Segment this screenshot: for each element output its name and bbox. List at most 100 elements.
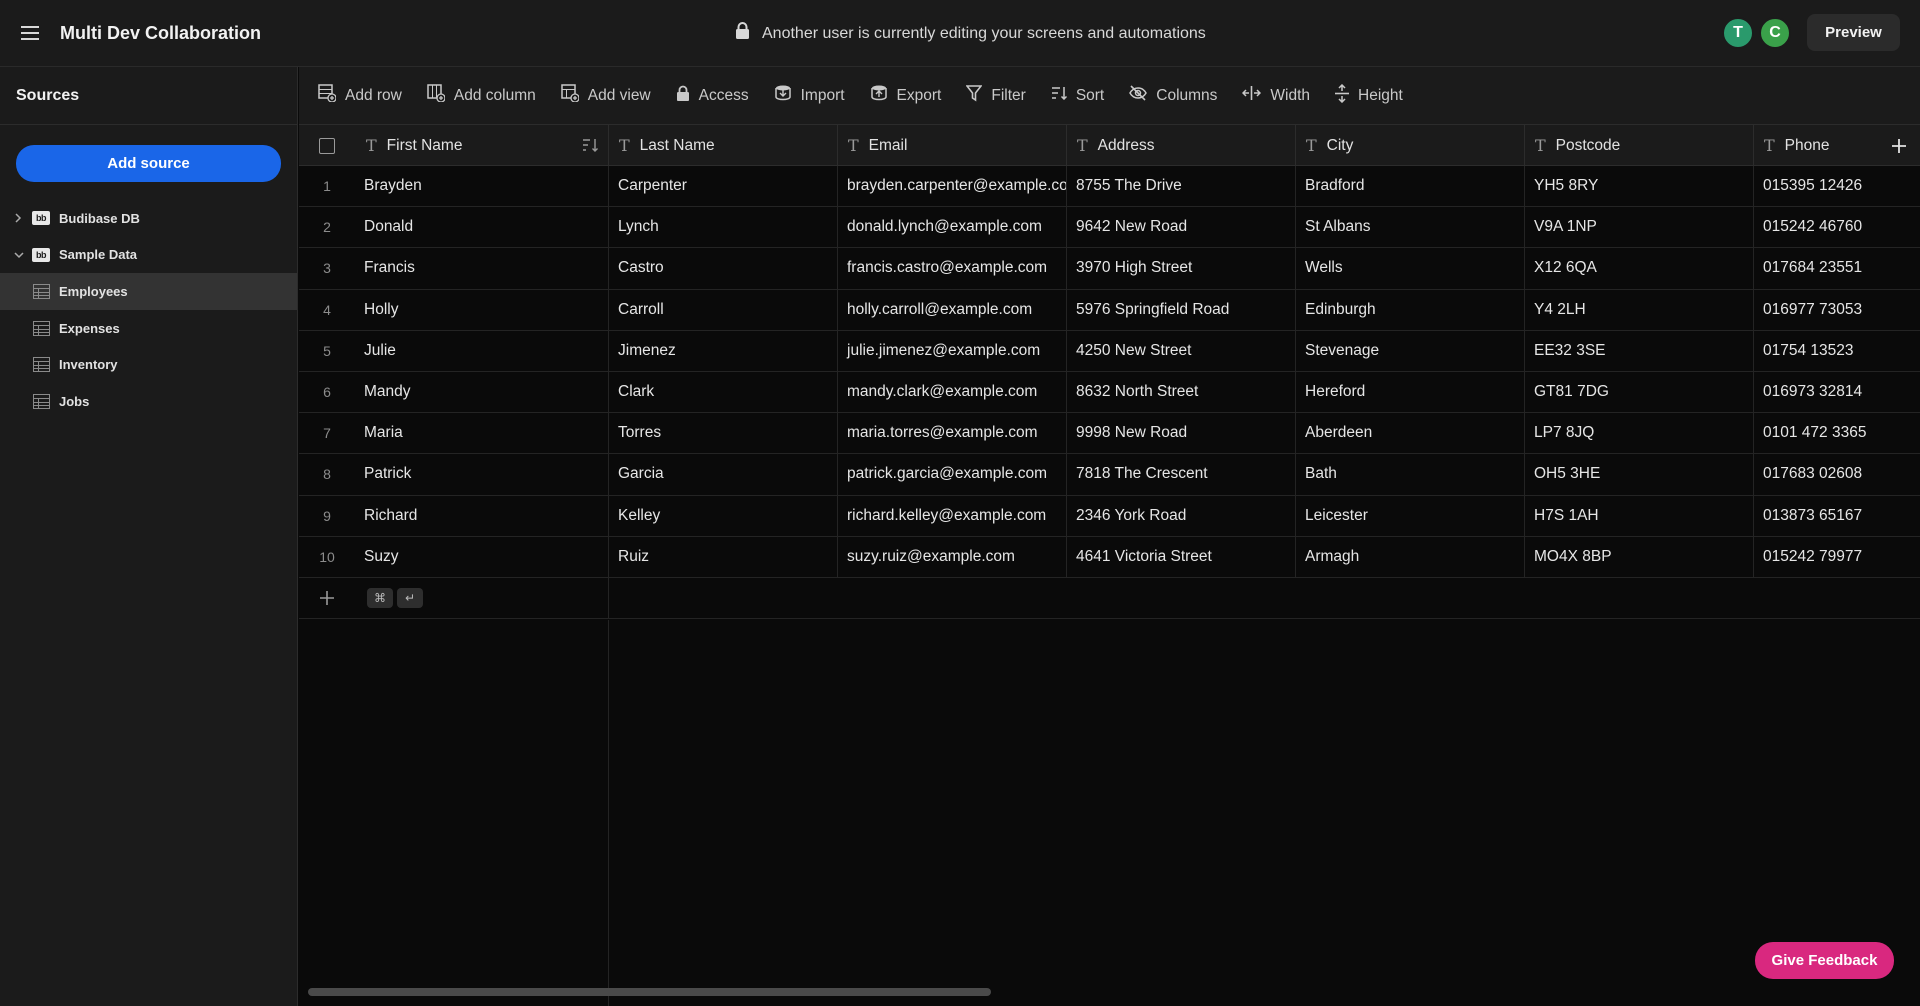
cell-postcode[interactable]: OH5 3HE [1525, 454, 1754, 495]
table-item-inventory[interactable]: Inventory [0, 346, 297, 383]
cell-first-name[interactable]: Richard [355, 495, 609, 536]
cell-address[interactable]: 8632 North Street [1067, 371, 1296, 413]
add-view-button[interactable]: Add view [560, 84, 651, 107]
import-button[interactable]: Import [774, 84, 845, 107]
cell-phone[interactable]: 017684 23551 [1754, 248, 1920, 288]
select-all-checkbox[interactable] [319, 137, 335, 154]
cell-email[interactable]: patrick.garcia@example.com [838, 454, 1067, 495]
cell-last-name[interactable]: Garcia [609, 454, 838, 495]
cell-last-name[interactable]: Kelley [609, 495, 838, 536]
cell-address[interactable]: 7818 The Crescent [1067, 454, 1296, 495]
cell-postcode[interactable]: H7S 1AH [1525, 495, 1754, 536]
cell-postcode[interactable]: EE32 3SE [1525, 330, 1754, 371]
column-header-city[interactable]: T City [1296, 125, 1525, 166]
cell-city[interactable]: Bradford [1296, 166, 1525, 207]
cell-city[interactable]: St Albans [1296, 207, 1525, 248]
row-number[interactable]: 10 [299, 537, 355, 577]
cell-phone[interactable]: 01754 13523 [1754, 331, 1920, 371]
hamburger-menu-icon[interactable] [0, 0, 60, 67]
cell-first-name[interactable]: Maria [355, 413, 609, 454]
avatar[interactable]: C [1759, 17, 1791, 49]
cell-last-name[interactable]: Lynch [609, 207, 838, 248]
table-item-jobs[interactable]: Jobs [0, 383, 297, 420]
horizontal-scrollbar[interactable] [308, 988, 991, 996]
add-column-plus-icon[interactable] [1892, 125, 1906, 166]
cell-phone[interactable]: 016973 32814 [1754, 372, 1920, 412]
column-header-first-name[interactable]: T First Name [355, 125, 609, 166]
cell-last-name[interactable]: Torres [609, 413, 838, 454]
cell-email[interactable]: maria.torres@example.com [838, 413, 1067, 454]
cell-postcode[interactable]: YH5 8RY [1525, 166, 1754, 207]
cell-last-name[interactable]: Carpenter [609, 166, 838, 207]
avatar[interactable]: T [1722, 17, 1754, 49]
cell-city[interactable]: Bath [1296, 454, 1525, 495]
chevron-down-icon[interactable] [14, 251, 28, 259]
cell-city[interactable]: Hereford [1296, 371, 1525, 413]
cell-address[interactable]: 4641 Victoria Street [1067, 536, 1296, 577]
cell-first-name[interactable]: Julie [355, 330, 609, 371]
table-item-employees[interactable]: Employees [0, 273, 297, 310]
table-row[interactable]: 10 Suzy Ruiz suzy.ruiz@example.com 4641 Vict… [299, 536, 1920, 578]
add-row-button[interactable]: Add row [318, 84, 402, 107]
cell-first-name[interactable]: Donald [355, 207, 609, 248]
add-row-plus-icon[interactable] [299, 578, 355, 618]
cell-last-name[interactable]: Ruiz [609, 536, 838, 577]
source-item-sample-data[interactable]: bb Sample Data [0, 237, 297, 274]
source-item-budibase-db[interactable]: bb Budibase DB [0, 200, 297, 237]
cell-last-name[interactable]: Jimenez [609, 330, 838, 371]
cell-address[interactable]: 2346 York Road [1067, 495, 1296, 536]
chevron-right-icon[interactable] [14, 213, 28, 223]
row-number[interactable]: 2 [299, 207, 355, 247]
give-feedback-button[interactable]: Give Feedback [1755, 942, 1894, 979]
sort-ascending-icon[interactable] [582, 138, 598, 152]
cell-first-name[interactable]: Mandy [355, 371, 609, 413]
cell-address[interactable]: 4250 New Street [1067, 330, 1296, 371]
table-row[interactable]: 6 Mandy Clark mandy.clark@example.com 8632 N… [299, 371, 1920, 414]
cell-city[interactable]: Leicester [1296, 495, 1525, 536]
new-row[interactable]: ⌘ ↵ [299, 577, 1920, 619]
cell-last-name[interactable]: Clark [609, 371, 838, 413]
column-header-postcode[interactable]: T Postcode [1525, 125, 1754, 166]
row-number[interactable]: 9 [299, 496, 355, 536]
table-row[interactable]: 2 Donald Lynch donald.lynch@example.com 9642… [299, 207, 1920, 249]
width-button[interactable]: Width [1242, 86, 1310, 105]
cell-email[interactable]: holly.carroll@example.com [838, 289, 1067, 330]
cell-first-name[interactable]: Suzy [355, 536, 609, 577]
row-number[interactable]: 5 [299, 331, 355, 371]
cell-postcode[interactable]: X12 6QA [1525, 248, 1754, 289]
table-row[interactable]: 7 Maria Torres maria.torres@example.com 9998… [299, 413, 1920, 455]
cell-email[interactable]: francis.castro@example.com [838, 248, 1067, 289]
cell-address[interactable]: 9998 New Road [1067, 413, 1296, 454]
cell-email[interactable]: richard.kelley@example.com [838, 495, 1067, 536]
row-number[interactable]: 7 [299, 413, 355, 453]
cell-postcode[interactable]: Y4 2LH [1525, 289, 1754, 330]
cell-city[interactable]: Aberdeen [1296, 413, 1525, 454]
cell-address[interactable]: 3970 High Street [1067, 248, 1296, 289]
cell-phone[interactable]: 017683 02608 [1754, 454, 1920, 494]
table-row[interactable]: 3 Francis Castro francis.castro@example.com… [299, 248, 1920, 290]
cell-address[interactable]: 8755 The Drive [1067, 166, 1296, 207]
cell-phone[interactable]: 015242 79977 [1754, 537, 1920, 577]
cell-email[interactable]: brayden.carpenter@example.com [838, 166, 1067, 207]
add-column-button[interactable]: Add column [427, 84, 536, 107]
sort-button[interactable]: Sort [1051, 86, 1104, 105]
cell-email[interactable]: mandy.clark@example.com [838, 371, 1067, 413]
row-number[interactable]: 1 [299, 166, 355, 206]
table-item-expenses[interactable]: Expenses [0, 310, 297, 347]
export-button[interactable]: Export [870, 84, 941, 107]
access-button[interactable]: Access [676, 85, 749, 107]
cell-email[interactable]: suzy.ruiz@example.com [838, 536, 1067, 577]
cell-phone[interactable]: 015242 46760 [1754, 207, 1920, 247]
cell-postcode[interactable]: MO4X 8BP [1525, 536, 1754, 577]
cell-postcode[interactable]: V9A 1NP [1525, 207, 1754, 248]
cell-email[interactable]: donald.lynch@example.com [838, 207, 1067, 248]
cell-first-name[interactable]: Francis [355, 248, 609, 289]
cell-postcode[interactable]: LP7 8JQ [1525, 413, 1754, 454]
row-number[interactable]: 8 [299, 454, 355, 494]
cell-first-name[interactable]: Brayden [355, 166, 609, 207]
row-number[interactable]: 6 [299, 372, 355, 412]
row-number[interactable]: 3 [299, 248, 355, 288]
cell-address[interactable]: 9642 New Road [1067, 207, 1296, 248]
cell-first-name[interactable]: Holly [355, 289, 609, 330]
cell-phone[interactable]: 015395 12426 [1754, 166, 1920, 206]
